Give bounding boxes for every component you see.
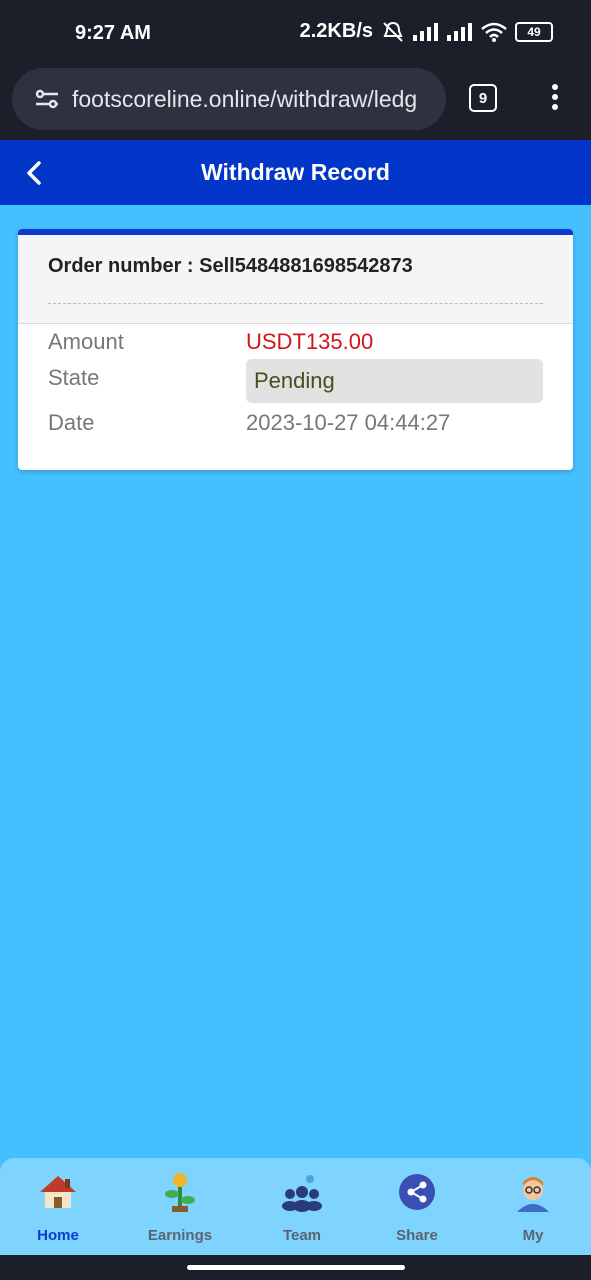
- status-icons: 2.2KB/s 49: [300, 20, 553, 43]
- page-header: Withdraw Record: [0, 140, 591, 205]
- date-value: 2023-10-27 04:44:27: [246, 410, 451, 435]
- date-label: Date: [48, 410, 95, 435]
- site-settings-icon[interactable]: [34, 88, 60, 110]
- page-title: Withdraw Record: [201, 159, 390, 185]
- house-icon: [40, 1176, 76, 1208]
- net-speed: 2.2KB/s: [299, 20, 373, 42]
- bottom-nav: Home Earnings Team Share My: [0, 1158, 591, 1255]
- dashed-divider: [48, 303, 543, 304]
- tabs-button[interactable]: 9: [469, 84, 497, 112]
- state-label: State: [48, 365, 100, 390]
- card-header: Order number : Sell5484881698542873: [18, 235, 573, 324]
- signal-icon-2: [447, 22, 472, 41]
- share-icon: [399, 1174, 435, 1210]
- nav-earnings-label: Earnings: [147, 1227, 213, 1244]
- signal-icon: [413, 22, 438, 41]
- status-badge: Pending: [246, 359, 543, 403]
- gesture-bar: [0, 1255, 591, 1280]
- nav-home[interactable]: Home: [8, 1170, 108, 1244]
- more-menu-icon[interactable]: [545, 82, 565, 112]
- nav-team[interactable]: Team: [252, 1170, 352, 1244]
- nav-home-label: Home: [37, 1227, 79, 1244]
- battery-icon: 49: [515, 21, 553, 42]
- nav-earnings[interactable]: Earnings: [130, 1170, 230, 1244]
- nav-share-label: Share: [396, 1227, 438, 1244]
- url-text[interactable]: footscoreline.online/withdraw/ledg: [72, 86, 444, 113]
- status-time: 9:27 AM: [75, 22, 151, 44]
- team-icon: [282, 1175, 322, 1212]
- order-number: Order number : Sell5484881698542873: [48, 255, 413, 278]
- order-label: Order number :: [48, 255, 200, 277]
- wifi-icon: [481, 22, 507, 42]
- nav-my[interactable]: My: [483, 1170, 583, 1244]
- amount-label: Amount: [48, 329, 124, 354]
- address-bar[interactable]: footscoreline.online/withdraw/ledg: [12, 68, 446, 130]
- withdraw-record-card: Order number : Sell5484881698542873 Amou…: [18, 229, 573, 470]
- amount-value: USDT135.00: [246, 329, 374, 354]
- money-plant-icon: [165, 1173, 195, 1212]
- home-gesture-handle[interactable]: [187, 1265, 405, 1270]
- nav-team-label: Team: [282, 1227, 322, 1244]
- nav-my-label: My: [522, 1227, 544, 1244]
- status-bar: 9:27 AM 2.2KB/s 49: [0, 0, 591, 64]
- browser-toolbar: footscoreline.online/withdraw/ledg 9: [0, 64, 591, 140]
- avatar-icon: [517, 1177, 549, 1212]
- mute-bell-icon: [383, 21, 403, 42]
- battery-level: 49: [527, 24, 541, 39]
- nav-share[interactable]: Share: [367, 1170, 467, 1244]
- state-value: Pending: [254, 368, 335, 393]
- order-value: Sell5484881698542873: [199, 255, 413, 277]
